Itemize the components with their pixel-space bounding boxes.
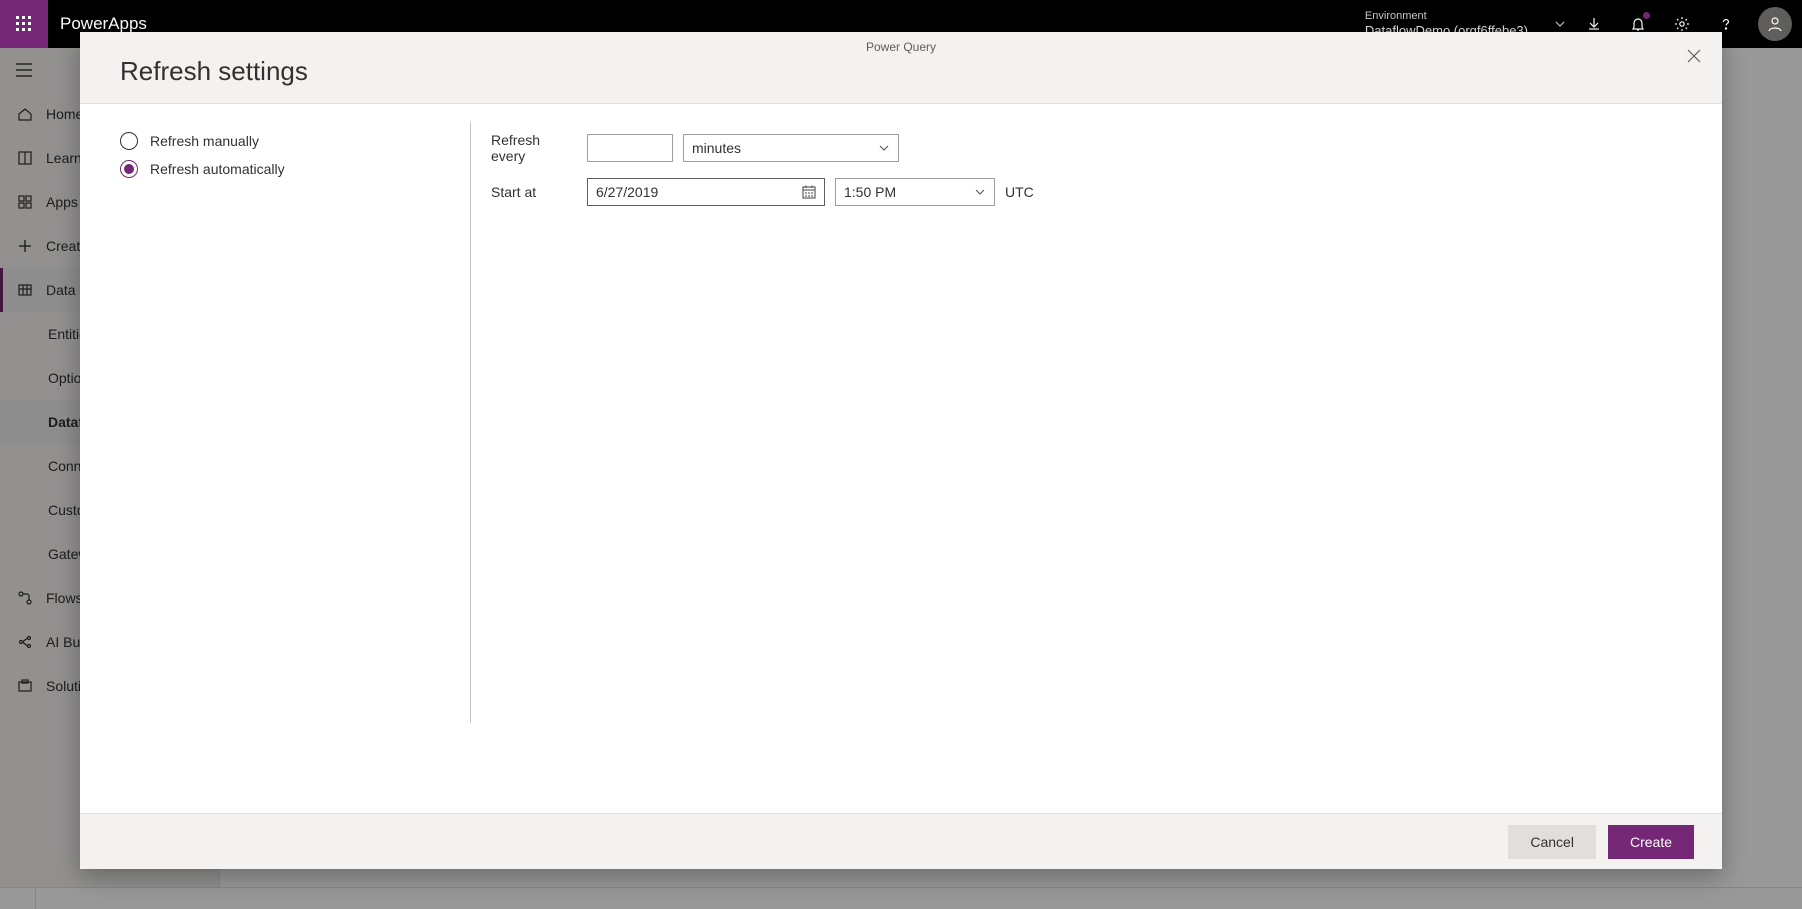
- start-date-picker[interactable]: 6/27/2019: [587, 178, 825, 206]
- calendar-icon: [802, 185, 816, 199]
- time-value: 1:50 PM: [844, 184, 896, 200]
- brand-label[interactable]: PowerApps: [60, 14, 147, 34]
- radio-refresh-manually[interactable]: Refresh manually: [120, 132, 470, 150]
- chevron-down-icon: [878, 142, 890, 154]
- radio-refresh-automatically[interactable]: Refresh automatically: [120, 160, 470, 178]
- account-button[interactable]: [1758, 7, 1792, 41]
- schedule-pane: Refresh every minutes Start at 6/27/2019: [471, 132, 1722, 813]
- person-icon: [1766, 15, 1784, 33]
- refresh-interval-input[interactable]: [587, 134, 673, 162]
- chevron-down-icon: [1554, 18, 1566, 30]
- cancel-button[interactable]: Cancel: [1508, 825, 1596, 859]
- refresh-mode-pane: Refresh manually Refresh automatically: [120, 132, 470, 813]
- radio-icon: [120, 132, 138, 150]
- date-value: 6/27/2019: [596, 184, 658, 200]
- waffle-icon: [16, 16, 32, 32]
- radio-label: Refresh manually: [150, 133, 259, 149]
- modal-title: Refresh settings: [120, 56, 1698, 87]
- create-button[interactable]: Create: [1608, 825, 1694, 859]
- app-launcher-button[interactable]: [0, 0, 48, 48]
- modal-header: Power Query Refresh settings: [80, 32, 1722, 104]
- notification-dot-icon: [1643, 12, 1650, 19]
- start-at-label: Start at: [491, 184, 577, 200]
- refresh-settings-modal: Power Query Refresh settings Refresh man…: [80, 32, 1722, 869]
- environment-caption: Environment: [1365, 10, 1528, 22]
- help-icon: [1718, 16, 1734, 32]
- close-modal-button[interactable]: [1680, 42, 1708, 70]
- download-icon: [1586, 16, 1602, 32]
- modal-context-label: Power Query: [80, 40, 1722, 54]
- close-icon: [1687, 49, 1701, 63]
- timezone-label: UTC: [1005, 184, 1034, 200]
- gear-icon: [1674, 16, 1690, 32]
- chevron-down-icon: [974, 186, 986, 198]
- radio-icon: [120, 160, 138, 178]
- start-time-select[interactable]: 1:50 PM: [835, 178, 995, 206]
- refresh-unit-select[interactable]: minutes: [683, 134, 899, 162]
- refresh-every-label: Refresh every: [491, 132, 577, 164]
- modal-body: Refresh manually Refresh automatically R…: [80, 104, 1722, 813]
- radio-label: Refresh automatically: [150, 161, 285, 177]
- select-value: minutes: [692, 140, 741, 156]
- modal-footer: Cancel Create: [80, 813, 1722, 869]
